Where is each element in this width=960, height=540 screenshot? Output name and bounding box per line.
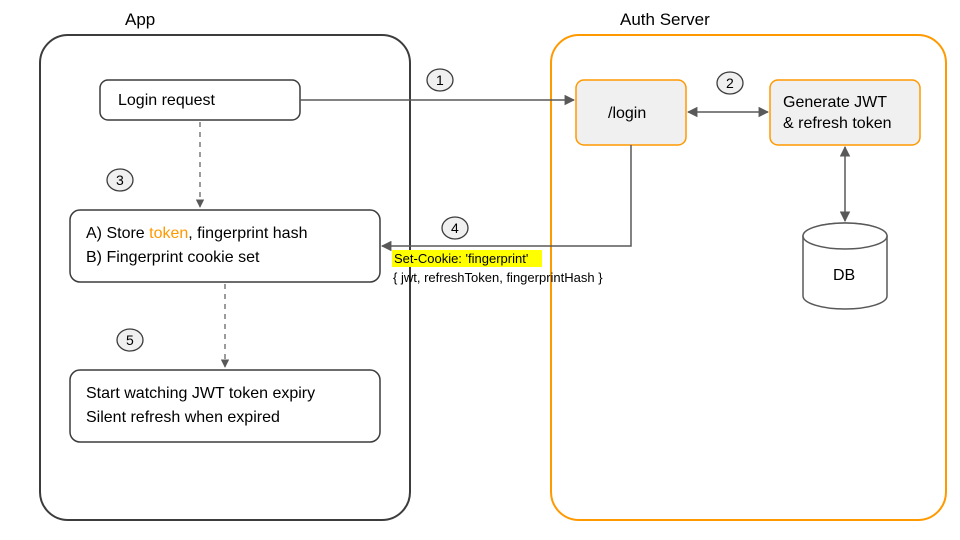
store-line2: B) Fingerprint cookie set [86,249,260,266]
watch-line2: Silent refresh when expired [86,409,280,426]
svg-text:Set-Cookie: 'fingerprint': Set-Cookie: 'fingerprint' [394,251,528,266]
generate-jwt-line1: Generate JWT [783,94,887,111]
step-2-badge: 2 [717,72,743,94]
store-line1: A) Store token, fingerprint hash [86,225,307,242]
login-request-label: Login request [118,92,216,109]
step-5-badge: 5 [117,329,143,351]
svg-text:4: 4 [451,220,459,236]
svg-text:5: 5 [126,332,134,348]
login-endpoint-node: /login [576,80,686,145]
generate-jwt-node: Generate JWT & refresh token [770,80,920,145]
arrow-endpoint-to-store [382,145,631,246]
watch-expiry-node: Start watching JWT token expiry Silent r… [70,370,380,442]
db-label: DB [833,267,855,284]
step-4-badge: 4 [442,217,468,239]
auth-server-title: Auth Server [620,10,710,29]
set-cookie-annotation: Set-Cookie: 'fingerprint' [392,250,542,267]
svg-text:1: 1 [436,72,444,88]
db-node: DB [803,223,887,309]
login-endpoint-label: /login [608,105,646,122]
generate-jwt-line2: & refresh token [783,115,892,132]
auth-flow-diagram: App Auth Server Login request /login Gen… [0,0,960,540]
svg-text:2: 2 [726,75,734,91]
store-token-node: A) Store token, fingerprint hash B) Fing… [70,210,380,282]
login-request-node: Login request [100,80,300,120]
payload-annotation: { jwt, refreshToken, fingerprintHash } [393,270,603,285]
watch-line1: Start watching JWT token expiry [86,385,315,402]
app-title: App [125,10,155,29]
svg-text:3: 3 [116,172,124,188]
step-3-badge: 3 [107,169,133,191]
step-1-badge: 1 [427,69,453,91]
